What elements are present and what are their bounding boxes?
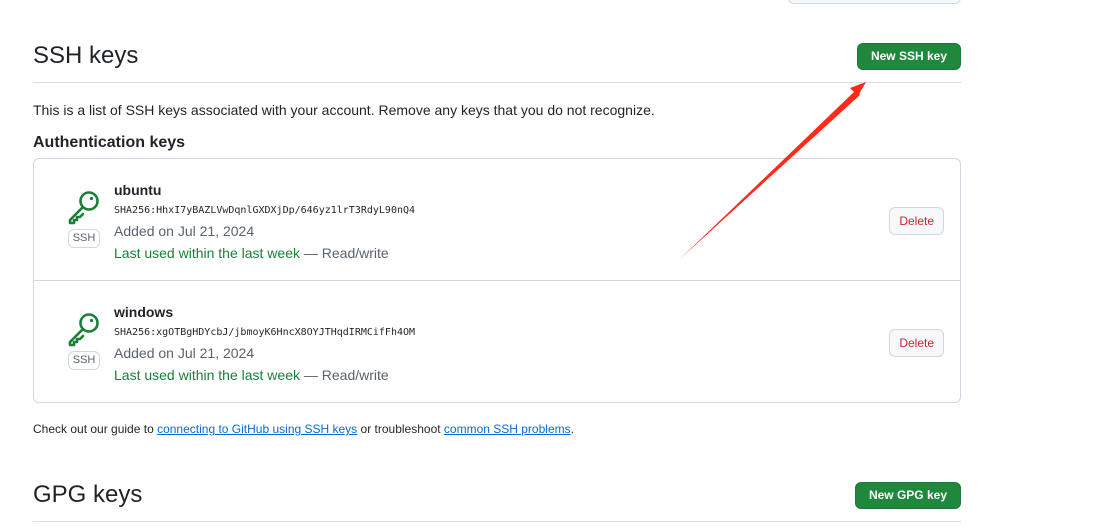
key-name: windows xyxy=(114,304,174,320)
authentication-keys-heading: Authentication keys xyxy=(33,134,186,151)
ssh-troubleshoot-link[interactable]: common SSH problems xyxy=(444,422,571,436)
key-fingerprint: SHA256:xgOTBgHDYcbJ/jbmoyK6HncX8OYJTHqdI… xyxy=(114,327,416,338)
guide-middle: or troubleshoot xyxy=(357,422,444,436)
key-icon-group: SSH xyxy=(64,189,104,248)
ssh-badge: SSH xyxy=(67,229,101,248)
key-last-used-text: Last used within the last week xyxy=(114,245,300,261)
key-added-date: Added on Jul 21, 2024 xyxy=(114,223,255,239)
new-ssh-key-button[interactable]: New SSH key xyxy=(856,43,961,70)
gpg-keys-header: GPG keys New GPG key xyxy=(33,477,961,522)
ssh-guide-text: Check out our guide to connecting to Git… xyxy=(33,422,574,436)
key-last-used-text: Last used within the last week xyxy=(114,367,300,383)
arrow-head xyxy=(850,82,866,96)
key-icon xyxy=(68,191,99,225)
key-details: windows SHA256:xgOTBgHDYcbJ/jbmoyK6HncX8… xyxy=(114,303,415,384)
key-access-level: — Read/write xyxy=(300,367,389,383)
new-gpg-key-button[interactable]: New GPG key xyxy=(854,482,961,509)
ssh-badge: SSH xyxy=(67,351,101,370)
key-icon xyxy=(68,313,99,347)
guide-suffix: . xyxy=(570,422,574,436)
key-name: ubuntu xyxy=(114,182,162,198)
delete-key-button[interactable]: Delete xyxy=(889,329,944,357)
guide-prefix: Check out our guide to xyxy=(33,422,158,436)
key-access-level: — Read/write xyxy=(300,245,389,261)
ssh-connect-guide-link[interactable]: connecting to GitHub using SSH keys xyxy=(157,422,357,436)
delete-key-button[interactable]: Delete xyxy=(889,207,944,235)
ssh-keys-title: SSH keys xyxy=(33,42,139,69)
previous-section-button[interactable] xyxy=(788,0,961,4)
key-added-date: Added on Jul 21, 2024 xyxy=(114,345,255,361)
ssh-keys-description: This is a list of SSH keys associated wi… xyxy=(33,102,655,118)
ssh-key-row: SSH windows SHA256:xgOTBgHDYcbJ/jbmoyK6H… xyxy=(34,281,960,403)
ssh-key-list: SSH ubuntu SHA256:HhxI7yBAZLVwDqnlGXDXjD… xyxy=(33,158,961,403)
key-fingerprint: SHA256:HhxI7yBAZLVwDqnlGXDXjDp/646yz1lrT… xyxy=(114,205,416,216)
ssh-keys-header: SSH keys New SSH key xyxy=(33,38,961,83)
gpg-keys-title: GPG keys xyxy=(33,481,143,508)
key-last-used: Last used within the last week — Read/wr… xyxy=(114,244,415,262)
key-details: ubuntu SHA256:HhxI7yBAZLVwDqnlGXDXjDp/64… xyxy=(114,181,415,262)
key-icon-group: SSH xyxy=(64,311,104,370)
key-last-used: Last used within the last week — Read/wr… xyxy=(114,366,415,384)
ssh-key-row: SSH ubuntu SHA256:HhxI7yBAZLVwDqnlGXDXjD… xyxy=(34,159,960,281)
